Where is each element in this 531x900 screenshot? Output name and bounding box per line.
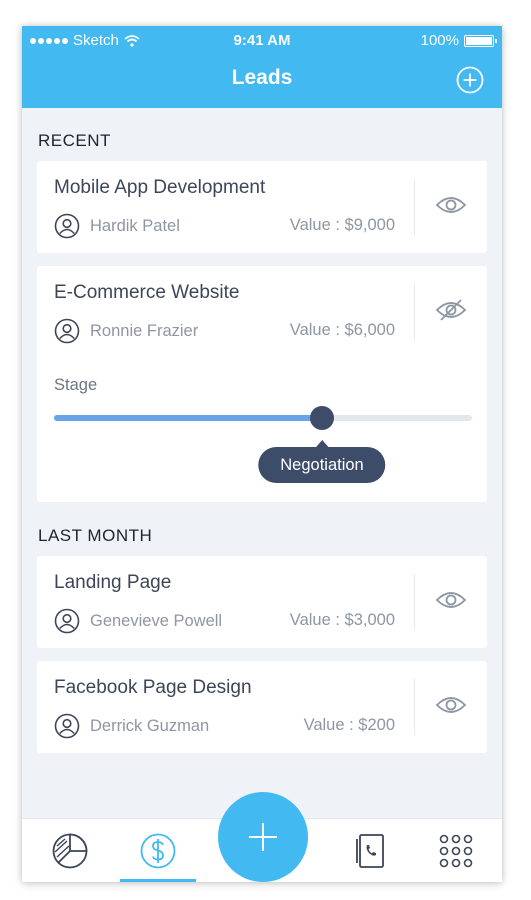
eye-icon[interactable]	[435, 193, 467, 217]
tab-more[interactable]	[434, 829, 478, 873]
lead-person: Genevieve Powell	[54, 608, 222, 634]
page-title: Leads	[231, 66, 293, 89]
user-icon	[54, 213, 80, 239]
card-divider	[414, 679, 415, 735]
active-tab-indicator	[120, 879, 196, 882]
status-right: 100%	[420, 32, 497, 49]
battery-percent: 100%	[420, 32, 459, 49]
lead-value: Value : $3,000	[289, 611, 395, 629]
lead-card[interactable]: Facebook Page Design Derrick Guzman Valu…	[37, 661, 487, 753]
user-icon	[54, 713, 80, 739]
lead-value: Value : $200	[303, 716, 395, 734]
battery-icon	[464, 34, 497, 47]
app-header: Sketch 9:41 AM 100% Leads	[22, 26, 502, 108]
tab-contacts[interactable]	[348, 829, 392, 873]
lead-card-expanded[interactable]: E-Commerce Website Ronnie Frazier Value …	[37, 266, 487, 502]
grid-icon	[439, 834, 473, 868]
lead-person-name: Ronnie Frazier	[90, 321, 199, 340]
phone-contact-icon	[356, 834, 384, 868]
lead-card[interactable]: Mobile App Development Hardik Patel Valu…	[37, 161, 487, 253]
add-lead-button[interactable]	[218, 792, 308, 882]
eye-icon[interactable]	[435, 588, 467, 612]
lead-card[interactable]: Landing Page Genevieve Powell Value : $3…	[37, 556, 487, 648]
phone-screen: Sketch 9:41 AM 100% Leads RECENT Mobile …	[22, 26, 502, 882]
plus-circle-icon[interactable]	[456, 66, 484, 94]
lead-title: Landing Page	[54, 572, 172, 593]
user-icon	[54, 318, 80, 344]
lead-person-name: Derrick Guzman	[90, 716, 210, 735]
status-bar: Sketch 9:41 AM 100%	[22, 26, 502, 54]
lead-person-name: Hardik Patel	[90, 216, 180, 235]
card-divider	[414, 179, 415, 235]
eye-icon[interactable]	[435, 693, 467, 717]
section-label-recent: RECENT	[38, 131, 111, 150]
stage-slider-fill	[54, 415, 322, 421]
pie-chart-icon	[52, 833, 88, 869]
section-label-last-month: LAST MONTH	[38, 526, 153, 545]
stage-slider-thumb[interactable]	[310, 406, 334, 430]
stage-tooltip: Negotiation	[258, 440, 386, 483]
lead-value: Value : $9,000	[289, 216, 395, 234]
stage-label: Stage	[54, 376, 98, 394]
lead-value: Value : $6,000	[289, 321, 395, 339]
lead-person: Derrick Guzman	[54, 713, 209, 739]
lead-title: Mobile App Development	[54, 177, 266, 198]
lead-title: E-Commerce Website	[54, 282, 240, 303]
eye-off-icon[interactable]	[435, 298, 467, 322]
tab-reports[interactable]	[48, 829, 92, 873]
lead-title: Facebook Page Design	[54, 677, 252, 698]
stage-slider[interactable]	[54, 406, 472, 430]
plus-icon	[249, 823, 277, 851]
card-divider	[414, 574, 415, 630]
lead-person-name: Genevieve Powell	[90, 611, 223, 630]
lead-person: Ronnie Frazier	[54, 318, 198, 344]
dollar-icon	[140, 833, 176, 869]
tab-leads[interactable]	[136, 829, 180, 873]
lead-person: Hardik Patel	[54, 213, 180, 239]
card-divider	[414, 284, 415, 340]
tab-bar	[22, 792, 502, 882]
user-icon	[54, 608, 80, 634]
